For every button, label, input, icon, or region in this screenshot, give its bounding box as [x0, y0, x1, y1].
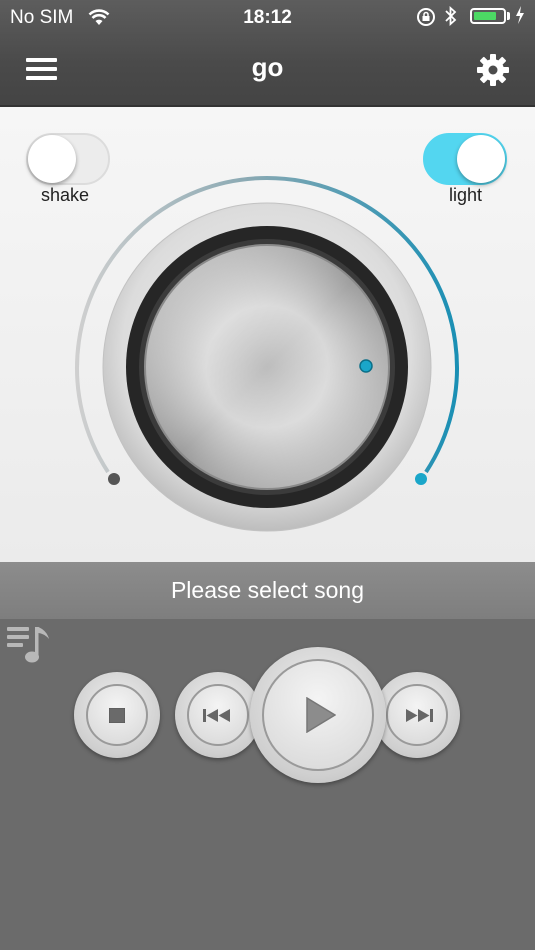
page-title: go	[251, 52, 284, 82]
song-status-bar: Please select song	[0, 562, 535, 620]
dial-max-dot	[415, 473, 427, 485]
top-bar: No SIM 18:12 go	[0, 0, 535, 107]
charging-icon	[516, 6, 524, 24]
play-icon	[306, 697, 336, 733]
previous-icon	[203, 709, 230, 722]
next-button[interactable]	[374, 672, 460, 758]
bluetooth-icon	[445, 6, 457, 26]
previous-button[interactable]	[175, 672, 261, 758]
stop-icon	[109, 708, 125, 723]
control-panel: shake light	[0, 107, 535, 562]
dial-indicator	[359, 359, 373, 373]
gear-icon[interactable]	[476, 53, 510, 87]
battery-fill	[474, 12, 496, 20]
next-icon	[406, 709, 433, 722]
brightness-dial[interactable]	[0, 107, 535, 562]
stop-button[interactable]	[74, 672, 160, 758]
song-status-text: Please select song	[170, 577, 365, 603]
battery-icon	[470, 8, 506, 24]
playlist-music-icon[interactable]	[5, 623, 51, 667]
rotation-lock-icon	[417, 8, 435, 26]
dial-min-dot	[108, 473, 120, 485]
play-button[interactable]	[250, 647, 386, 783]
status-bar: No SIM 18:12	[0, 0, 535, 36]
battery-tip	[507, 12, 510, 20]
